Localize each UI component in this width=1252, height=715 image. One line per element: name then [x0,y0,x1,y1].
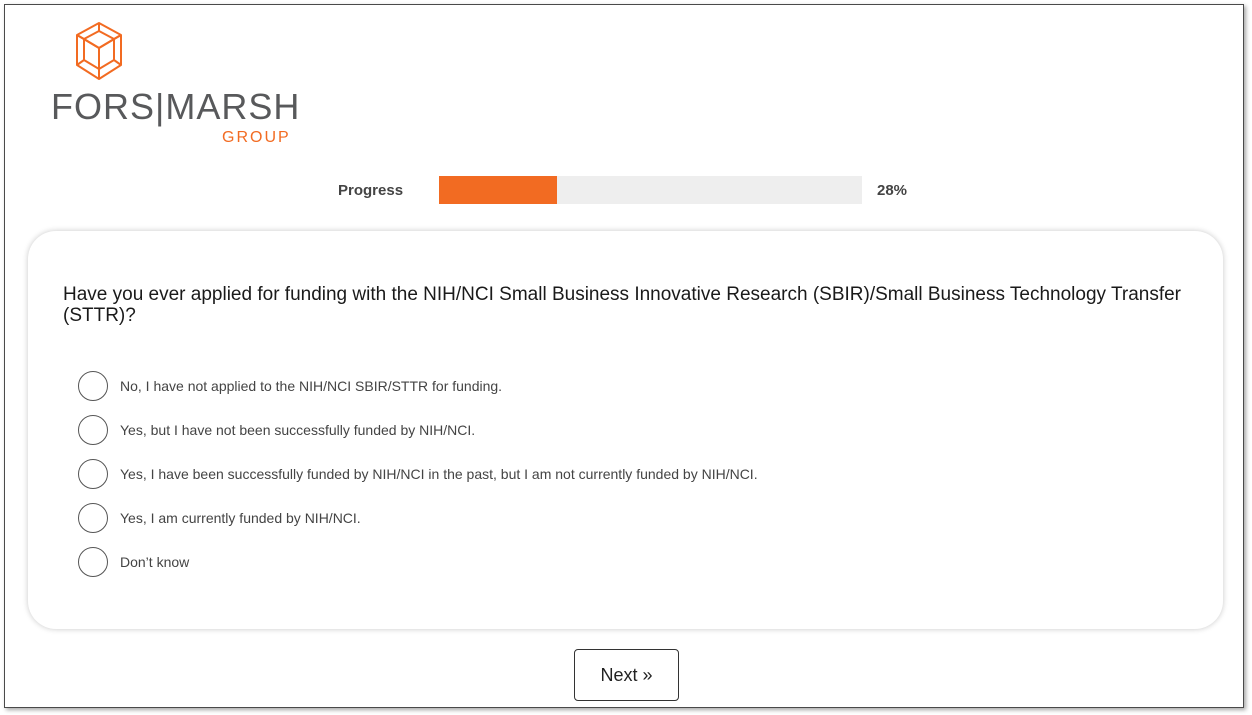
answer-option[interactable]: No, I have not applied to the NIH/NCI SB… [78,364,758,408]
progress-percent: 28% [877,182,908,199]
answer-option[interactable]: Yes, but I have not been successfully fu… [78,408,758,452]
cube-lattice-icon [76,22,122,80]
answer-option-label: Yes, but I have not been successfully fu… [120,422,476,438]
answer-option-label: Yes, I am currently funded by NIH/NCI. [120,510,361,526]
answer-option-label: Yes, I have been successfully funded by … [120,466,758,482]
question-card: Have you ever applied for funding with t… [28,231,1223,629]
logo-subtext: GROUP [222,129,291,146]
radio-button[interactable] [78,503,108,533]
radio-button[interactable] [78,547,108,577]
fors-marsh-logo: FORS|MARSH GROUP [51,19,321,149]
answer-option[interactable]: Don’t know [78,540,758,584]
progress-section: Progress 28% [5,176,1243,206]
next-button[interactable]: Next » [574,649,679,701]
logo-wordmark: FORS|MARSH [51,86,301,127]
answer-options: No, I have not applied to the NIH/NCI SB… [78,364,758,584]
question-text: Have you ever applied for funding with t… [63,284,1182,326]
progress-label: Progress [338,182,404,199]
survey-page: FORS|MARSH GROUP Progress 28% Have you e… [4,4,1244,708]
progress-bar [439,176,862,204]
progress-bar-fill [439,176,558,204]
radio-button[interactable] [78,415,108,445]
radio-button[interactable] [78,371,108,401]
answer-option[interactable]: Yes, I have been successfully funded by … [78,452,758,496]
answer-option-label: Don’t know [120,554,190,570]
answer-option-label: No, I have not applied to the NIH/NCI SB… [120,378,503,394]
radio-button[interactable] [78,459,108,489]
answer-option[interactable]: Yes, I am currently funded by NIH/NCI. [78,496,758,540]
